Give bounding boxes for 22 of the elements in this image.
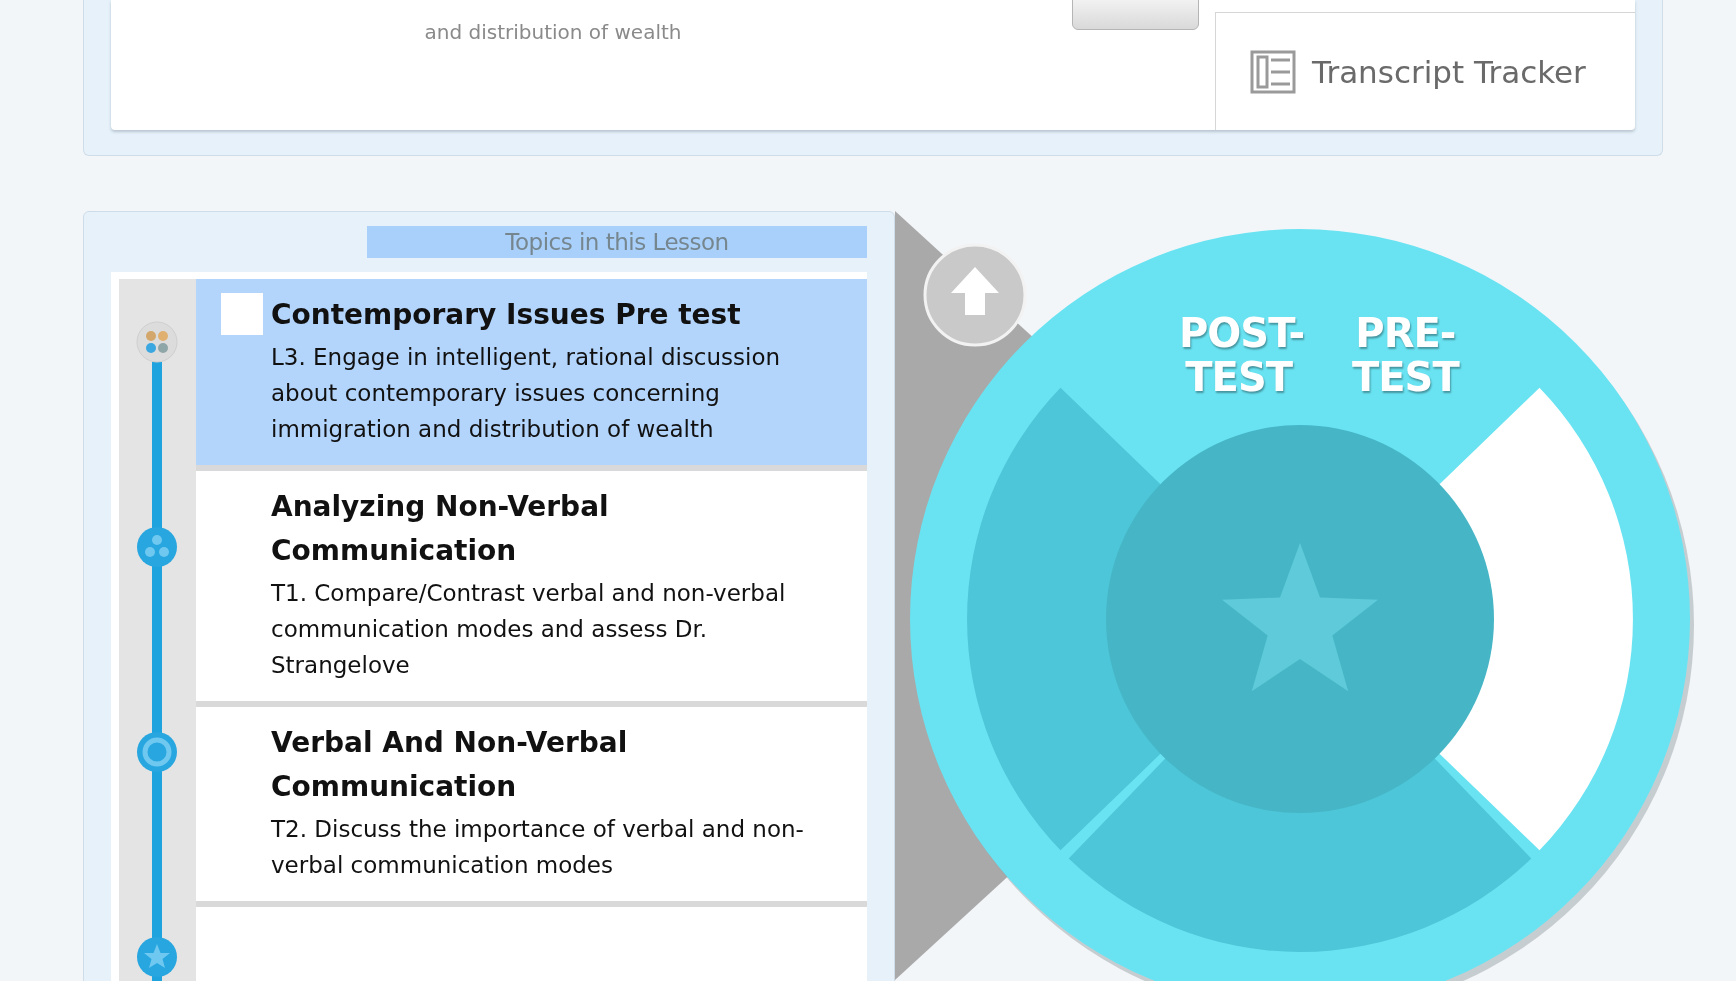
topic-title: Verbal And Non-Verbal Communication [271,725,629,805]
wheel-label: POST-TEST [1178,311,1303,402]
wheel-center[interactable] [1106,425,1494,813]
star-node-icon [136,936,178,978]
enroll-button[interactable] [1072,0,1199,30]
topic-item[interactable]: Contemporary Issues Pre test L3. Engage in intelligent, rational discussion about contemporary issues concerning immigration and distribution of wealth [196,279,867,471]
transcript-icon [1250,49,1296,94]
transcript-tracker-button[interactable]: Transcript Tracker [1215,12,1635,130]
topic-title: Analyzing Non-Verbal Communication [271,489,610,569]
course-description: and distribution of wealth [424,20,682,46]
topic-description: L3. Engage in intelligent, rational discussion about contemporary issues concerning immigration and distribution of wealth [271,343,782,444]
ring-node-icon [136,731,178,773]
colored-dots-node-icon [136,321,178,363]
up-arrow-button[interactable] [923,243,1027,347]
star-icon [1222,543,1378,692]
topics-heading: Topics in this Lesson [367,226,867,258]
dots-node-icon [136,526,178,568]
wheel-label: PRE-TEST [1351,311,1461,402]
topic-title: Contemporary Issues Pre test [271,297,742,333]
topic-description: T2. Discuss the importance of verbal and non-verbal communication modes [271,815,805,880]
topic-description: T1. Compare/Contrast verbal and non-verbal communication modes and assess Dr. Strangelove [271,579,787,680]
checkbox[interactable] [221,293,263,335]
